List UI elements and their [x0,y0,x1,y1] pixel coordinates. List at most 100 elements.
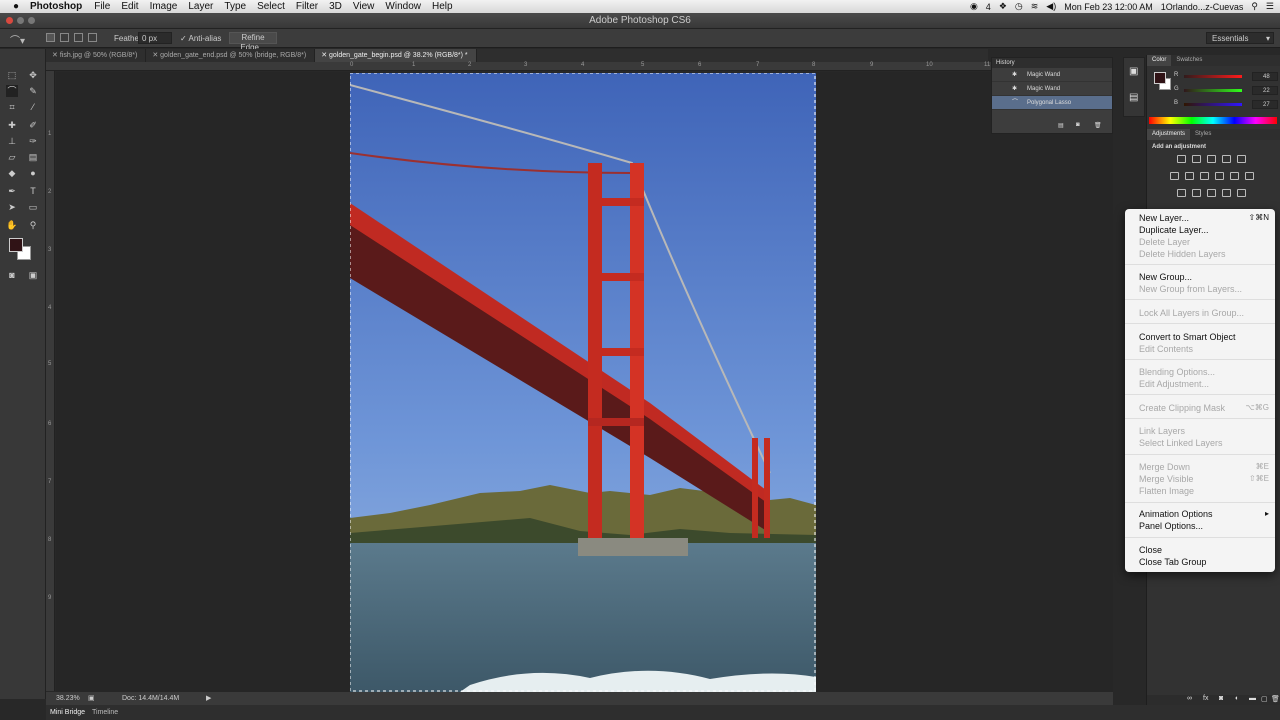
threshold-icon[interactable] [1207,189,1216,197]
gradient-map-icon[interactable] [1222,189,1231,197]
menu-file[interactable]: File [94,1,110,12]
black-white-icon[interactable] [1200,172,1209,180]
menu-item-lock-all-layers[interactable]: Lock All Layers in Group... [1139,307,1269,319]
menu-item-blending-options[interactable]: Blending Options... [1139,366,1269,378]
wifi-icon[interactable]: ≋ [1031,1,1039,12]
blue-slider[interactable]: B 27 [1174,100,1278,109]
posterize-icon[interactable] [1192,189,1201,197]
zoom-level[interactable]: 38.23% [56,695,80,702]
channel-mixer-icon[interactable] [1230,172,1239,180]
screen-mode-icon[interactable]: ▣ [27,269,39,281]
volume-icon[interactable]: ◀) [1046,1,1056,12]
tab-mini-bridge[interactable]: Mini Bridge [50,709,85,716]
color-panel-foreground-swatch[interactable] [1154,72,1166,84]
spotlight-icon[interactable]: ⚲ [1251,1,1258,12]
eraser-tool-icon[interactable]: ▱ [6,151,18,163]
lasso-tool-icon[interactable]: ⌒ [6,85,18,97]
menu-window[interactable]: Window [385,1,421,12]
marquee-tool-icon[interactable]: ⬚ [6,69,18,81]
dodge-tool-icon[interactable]: ● [27,167,39,179]
feather-input[interactable]: 0 px [138,32,172,44]
menu-select[interactable]: Select [257,1,285,12]
dropbox-icon[interactable]: ❖ [999,1,1007,12]
record-icon[interactable]: ◉ [970,1,978,12]
menu-item-link-layers[interactable]: Link Layers [1139,425,1269,437]
new-group-icon[interactable]: ▬ [1249,695,1256,702]
link-layers-icon[interactable]: ∞ [1187,695,1192,702]
menu-item-panel-options[interactable]: Panel Options... [1139,520,1269,532]
menu-item-convert-to-smart-object[interactable]: Convert to Smart Object [1139,331,1269,343]
menu-image[interactable]: Image [150,1,178,12]
hue-saturation-icon[interactable] [1170,172,1179,180]
menu-view[interactable]: View [353,1,375,12]
menubar-user[interactable]: 1Orlando...z-Cuevas [1161,2,1244,12]
menu-item-new-layer[interactable]: New Layer... ⇧⌘N [1139,212,1269,224]
subtract-selection-icon[interactable] [74,33,83,42]
trash-icon[interactable]: 🗑 [1094,122,1102,129]
green-slider[interactable]: G 22 [1174,86,1278,95]
menu-type[interactable]: Type [224,1,246,12]
tab-golden-gate-begin[interactable]: ✕ golden_gate_begin.psd @ 38.2% (RGB/8*)… [315,49,477,62]
crop-tool-icon[interactable]: ⌗ [6,101,18,113]
menu-item-duplicate-layer[interactable]: Duplicate Layer... [1139,224,1269,236]
zoom-tool-icon[interactable]: ⚲ [27,219,39,231]
status-menu-arrow-icon[interactable]: ▶ [206,694,211,702]
path-selection-tool-icon[interactable]: ➤ [6,201,18,213]
golden-gate-photo[interactable] [350,73,816,692]
foreground-color-swatch[interactable] [9,238,23,252]
history-item[interactable]: ✱ Magic Wand [992,68,1112,82]
menu-item-create-clipping-mask[interactable]: Create Clipping Mask ⌥⌘G [1139,402,1269,414]
type-tool-icon[interactable]: T [27,185,39,197]
menu-item-animation-options[interactable]: Animation Options ▸ [1139,508,1269,520]
hand-tool-icon[interactable]: ✋ [6,219,18,231]
new-document-from-state-icon[interactable]: ▤ [1058,122,1064,129]
channel-value[interactable]: 27 [1252,100,1278,109]
tab-golden-gate-end[interactable]: ✕ golden_gate_end.psd @ 50% (bridge, RGB… [146,49,316,62]
spot-healing-tool-icon[interactable]: ✚ [6,119,18,131]
menu-layer[interactable]: Layer [188,1,213,12]
tab-color[interactable]: Color [1147,55,1172,66]
intersect-selection-icon[interactable] [88,33,97,42]
add-mask-icon[interactable]: ◙ [1219,695,1223,702]
menubar-clock[interactable]: Mon Feb 23 12:00 AM [1064,2,1153,12]
tab-adjustments[interactable]: Adjustments [1147,129,1191,140]
tab-swatches[interactable]: Swatches [1171,55,1207,66]
apple-menu-icon[interactable]: ● [10,1,22,12]
tab-styles[interactable]: Styles [1190,129,1216,140]
history-brush-tool-icon[interactable]: ✑ [27,135,39,147]
menu-item-edit-contents[interactable]: Edit Contents [1139,343,1269,355]
history-item-selected[interactable]: ⌒ Polygonal Lasso [992,96,1112,110]
quick-mask-icon[interactable]: ◙ [6,269,18,281]
channel-value[interactable]: 22 [1252,86,1278,95]
export-icon[interactable]: ▣ [88,694,95,702]
menu-edit[interactable]: Edit [121,1,138,12]
brightness-contrast-icon[interactable] [1177,155,1186,163]
menu-item-select-linked-layers[interactable]: Select Linked Layers [1139,437,1269,449]
clone-stamp-tool-icon[interactable]: ⊥ [6,135,18,147]
menu-item-merge-visible[interactable]: Merge Visible ⇧⌘E [1139,473,1269,485]
menu-item-new-group-from-layers[interactable]: New Group from Layers... [1139,283,1269,295]
menu-item-new-group[interactable]: New Group... [1139,271,1269,283]
rectangle-tool-icon[interactable]: ▭ [27,201,39,213]
new-layer-icon[interactable]: ▢ [1261,695,1268,703]
curves-icon[interactable] [1207,155,1216,163]
notifications-icon[interactable]: ☰ [1266,1,1274,12]
levels-icon[interactable] [1192,155,1201,163]
menu-help[interactable]: Help [432,1,453,12]
blur-tool-icon[interactable]: ◆ [6,167,18,179]
red-slider[interactable]: R 48 [1174,72,1278,81]
color-balance-icon[interactable] [1185,172,1194,180]
menu-item-delete-hidden-layers[interactable]: Delete Hidden Layers [1139,248,1269,260]
menu-item-close-tab-group[interactable]: Close Tab Group [1139,556,1269,568]
tool-preset-picker-icon[interactable]: ⌒▾ [10,32,32,47]
add-selection-icon[interactable] [60,33,69,42]
create-snapshot-icon[interactable]: ◙ [1076,122,1080,128]
photo-filter-icon[interactable] [1215,172,1224,180]
menu-item-delete-layer[interactable]: Delete Layer [1139,236,1269,248]
menu-item-merge-down[interactable]: Merge Down ⌘E [1139,461,1269,473]
selective-color-icon[interactable] [1237,189,1246,197]
delete-layer-icon[interactable]: 🗑 [1271,695,1280,703]
exposure-icon[interactable] [1222,155,1231,163]
workspace-switcher[interactable]: Essentials ▾ [1206,32,1274,44]
layer-style-icon[interactable]: fx [1203,695,1208,702]
